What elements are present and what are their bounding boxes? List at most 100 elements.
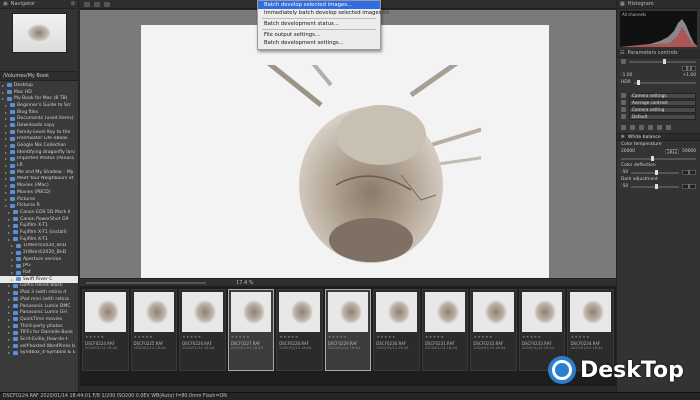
tree-item[interactable]: ▸ Raf: [0, 269, 78, 276]
tree-item[interactable]: ▸ Canon EOS 5D Mark II: [0, 209, 78, 216]
toolbar-button[interactable]: [84, 1, 90, 7]
expand-arrow-icon[interactable]: ▸: [5, 190, 8, 195]
exposure-value[interactable]: 0.0: [682, 66, 696, 71]
expand-arrow-icon[interactable]: ▸: [5, 110, 8, 115]
expand-arrow-icon[interactable]: ▸: [8, 330, 11, 335]
tree-item[interactable]: ▸ iPad 3 (with retina d: [0, 289, 78, 296]
tree-item[interactable]: ▸ Syndbox_4-Symbols & E: [0, 350, 78, 357]
expand-arrow-icon[interactable]: ▸: [8, 350, 11, 355]
tree-item[interactable]: ▸ GoPro Hero4 Black: [0, 283, 78, 290]
tree-item[interactable]: ▸ Panasonic Lumix DMC: [0, 303, 78, 310]
tree-item[interactable]: ▸ Beginner's Guide to Scr: [0, 102, 78, 109]
navigator-thumbnail[interactable]: [12, 13, 67, 53]
rating-stars[interactable]: ★★★★★: [182, 334, 223, 339]
expand-arrow-icon[interactable]: ▸: [5, 176, 8, 181]
color-defl-knob[interactable]: [655, 169, 659, 175]
expand-arrow-icon[interactable]: ▸: [11, 243, 14, 248]
tree-item[interactable]: ▸ Scrit-Evilla_How-do-I-: [0, 336, 78, 343]
film-thumbnail[interactable]: [521, 292, 563, 332]
expand-arrow-icon[interactable]: ▸: [11, 270, 14, 275]
expand-arrow-icon[interactable]: ▸: [8, 217, 11, 222]
film-frame[interactable]: ★★★★★ DSCF0228.RAF 2020/01/14 18:44: [276, 289, 323, 371]
tree-item[interactable]: ▸ My Book for Mac (8 TB): [0, 95, 78, 102]
color-temp-value[interactable]: 5832: [665, 149, 680, 154]
expand-arrow-icon[interactable]: ▸: [2, 96, 5, 101]
dark-adj-slider[interactable]: [631, 183, 679, 189]
expand-arrow-icon[interactable]: ▸: [8, 210, 11, 215]
expand-arrow-icon[interactable]: ▸: [11, 277, 14, 282]
tree-item[interactable]: ▸ Movies (PBCD): [0, 189, 78, 196]
menu-item[interactable]: Batch development settings...: [258, 39, 380, 47]
menu-item[interactable]: File output settings...: [258, 31, 380, 39]
expand-arrow-icon[interactable]: ▸: [8, 317, 11, 322]
film-thumbnail[interactable]: [327, 292, 369, 332]
camera-setting-dropdown[interactable]: Camera setting: [629, 106, 696, 113]
expand-arrow-icon[interactable]: ▸: [8, 324, 11, 329]
color-defl-slider[interactable]: [631, 169, 679, 175]
zoom-slider[interactable]: [86, 281, 206, 284]
expand-arrow-icon[interactable]: ▸: [11, 250, 14, 255]
tree-item[interactable]: ▸ iPad mini (with retina: [0, 296, 78, 303]
film-frame[interactable]: ★★★★★ DSCF0225.RAF 2020/01/14 18:44: [130, 289, 178, 371]
tree-item[interactable]: ▸ TIFFs for Danielle Bunk: [0, 329, 78, 336]
tree-item[interactable]: ▸ Desktop: [0, 82, 78, 89]
expand-arrow-icon[interactable]: ▸: [8, 310, 11, 315]
film-frame[interactable]: ★★★★★ DSCF0229.RAF 2020/01/14 18:44: [324, 289, 372, 371]
tree-item[interactable]: ▸ Panasonic Lumix GH: [0, 309, 78, 316]
tree-item[interactable]: ▸ Fujifilm X-T1: [0, 236, 78, 243]
rating-stars[interactable]: ★★★★★: [425, 334, 466, 339]
default-dropdown[interactable]: Default: [629, 113, 696, 120]
tree-item[interactable]: ▸ Identifying dragonfly larv: [0, 149, 78, 156]
menu-item[interactable]: Batch development status...: [258, 20, 380, 28]
tree-item[interactable]: ▸ Movies (iMac): [0, 182, 78, 189]
tree-item[interactable]: ▸ Blog files: [0, 109, 78, 116]
toolbar-button[interactable]: [104, 1, 110, 7]
film-frame[interactable]: ★★★★★ DSCF0224.RAF 2020/01/14 18:44: [82, 289, 129, 371]
rating-stars[interactable]: ★★★★★: [522, 334, 563, 339]
sharpness-tool-icon[interactable]: [639, 125, 644, 130]
toolbar-button[interactable]: [94, 1, 100, 7]
rating-stars[interactable]: ★★★★★: [570, 334, 611, 339]
film-frame[interactable]: ★★★★★ DSCF0227.RAF 2020/01/14 18:44: [227, 289, 275, 371]
average-contrast-dropdown[interactable]: Average contrast: [629, 99, 696, 106]
tree-item[interactable]: ▸ LR: [0, 162, 78, 169]
expand-arrow-icon[interactable]: ▸: [5, 116, 8, 121]
expand-arrow-icon[interactable]: ▸: [5, 197, 8, 202]
tree-item[interactable]: ▸ Freshwater Life eBook: [0, 136, 78, 143]
expand-arrow-icon[interactable]: ▸: [5, 170, 8, 175]
expand-arrow-icon[interactable]: ▸: [11, 257, 14, 262]
film-thumbnail[interactable]: [376, 292, 417, 332]
tree-item[interactable]: ▸ Fujifilm X-T1 (install): [0, 229, 78, 236]
hdr-knob[interactable]: [636, 79, 640, 85]
tree-item[interactable]: ▸ QuickTime movies: [0, 316, 78, 323]
color-defl-value[interactable]: 0: [682, 170, 696, 175]
wb-tool-icon[interactable]: [621, 125, 626, 130]
tree-item[interactable]: ▸ JPG: [0, 263, 78, 270]
tree-item[interactable]: ▸ Me and My Shadow – My: [0, 169, 78, 176]
tree-item[interactable]: ▸ Pictures R: [0, 202, 78, 209]
main-photo[interactable]: [141, 25, 549, 278]
tree-item[interactable]: ▸ 2(Weird)2020_BnD: [0, 249, 78, 256]
white-balance-header[interactable]: ✲ White balance: [617, 133, 700, 141]
tree-item[interactable]: ▸ Aperture version: [0, 256, 78, 263]
expand-arrow-icon[interactable]: ▸: [2, 90, 5, 95]
tree-item[interactable]: ▸ Meet Your Neighbours et: [0, 176, 78, 183]
rating-stars[interactable]: ★★★★★: [134, 334, 175, 339]
exposure-knob[interactable]: [662, 58, 666, 64]
tree-item[interactable]: ▸ Family-Level Key to the: [0, 129, 78, 136]
tree-item[interactable]: ▸ Fujifilm X-T1: [0, 222, 78, 229]
tree-item[interactable]: ▸ Imported Photos (Panasc: [0, 156, 78, 163]
film-thumbnail[interactable]: [473, 292, 514, 332]
expand-arrow-icon[interactable]: ▸: [8, 237, 11, 242]
tree-item[interactable]: ▸ 1(Weird)2020_BnD: [0, 243, 78, 250]
tree-item[interactable]: ▸ Mac HD: [0, 89, 78, 96]
expand-arrow-icon[interactable]: ▸: [8, 297, 11, 302]
tree-item[interactable]: ▸ Pictures: [0, 196, 78, 203]
expand-arrow-icon[interactable]: ▸: [2, 83, 5, 88]
expand-arrow-icon[interactable]: ▸: [5, 136, 8, 141]
crop-tool-icon[interactable]: [666, 125, 671, 130]
color-temp-slider[interactable]: [621, 155, 696, 161]
hdr-slider[interactable]: [633, 79, 696, 85]
expand-arrow-icon[interactable]: ▸: [5, 123, 8, 128]
tree-item[interactable]: ▸ Canon PowerShot G9: [0, 216, 78, 223]
